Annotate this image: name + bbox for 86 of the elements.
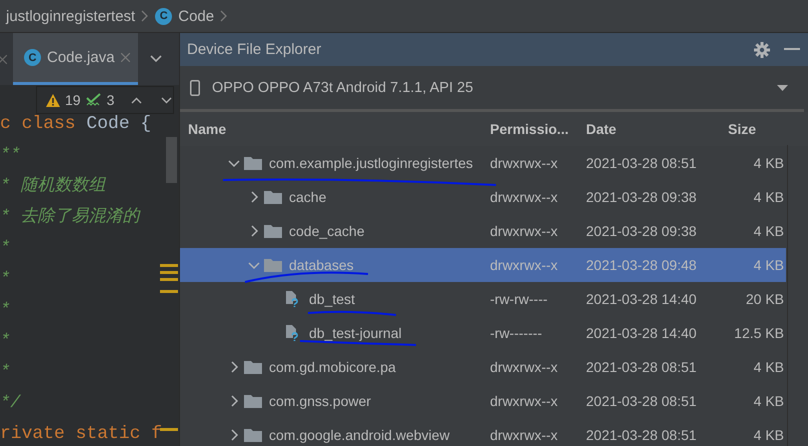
code-text: * [0, 239, 10, 258]
size-cell-text: 12.5 KB [733, 325, 784, 341]
date-cell-text: 2021-03-28 14:40 [586, 325, 698, 341]
date-cell-text: 2021-03-28 08:51 [586, 427, 698, 443]
permissions-cell-text: drwxrwx--x [490, 155, 559, 171]
date-cell-text: 2021-03-28 09:48 [586, 257, 698, 273]
permissions-cell-text: drwxrwx--x [490, 359, 559, 375]
column-header[interactable]: Name [180, 121, 490, 137]
size-cell-text: 4 KB [752, 359, 784, 375]
phone-icon [190, 80, 200, 96]
folder-icon [264, 258, 282, 272]
file-name: db_test-journal [309, 325, 402, 341]
file-name: com.gd.mobicore.pa [269, 359, 396, 375]
panel-title: Device File Explorer [187, 41, 322, 58]
date-cell-text: 2021-03-28 09:38 [586, 189, 698, 205]
file-row[interactable]: code_cache drwxrwx--x 2021-03-28 09:38 4 KB [180, 214, 786, 248]
size-cell-text: 4 KB [752, 257, 784, 273]
chevron-up-icon[interactable] [131, 96, 142, 104]
code-text: * [0, 270, 10, 289]
column-header[interactable]: Permissio... [490, 121, 586, 137]
code-text: Code { [86, 114, 152, 134]
column-header[interactable]: Date [586, 121, 726, 137]
warning-count: 19 [65, 92, 81, 108]
code-text: * 随机数数组 [0, 177, 106, 196]
folder-icon [264, 224, 282, 238]
code-text: * 去除了易混淆的 [0, 208, 140, 227]
folder-icon [244, 156, 262, 170]
code-text: ** [0, 146, 20, 165]
file-name: com.gnss.power [269, 393, 371, 409]
size-cell-text: 4 KB [752, 223, 784, 239]
file-name: cache [289, 189, 326, 205]
file-name: com.google.android.webview [269, 427, 450, 443]
folder-icon [244, 428, 262, 442]
file-row[interactable]: db_test-journal -rw------- 2021-03-28 14:40 12.5 KB [180, 316, 786, 350]
file-row[interactable]: com.gnss.power drwxrwx--x 2021-03-28 08:51 4 KB [180, 384, 786, 418]
date-cell-text: 2021-03-28 14:40 [586, 291, 698, 307]
permissions-cell-text: -rw-rw---- [490, 291, 549, 307]
chevron-right-icon [220, 10, 228, 22]
code-text: rivate static f [0, 424, 162, 444]
code-text: * [0, 332, 10, 351]
code-text: */ [0, 394, 20, 413]
folder-icon [244, 360, 262, 374]
editor-tab[interactable]: C Code.java [13, 33, 138, 85]
size-cell-text: 4 KB [752, 155, 784, 171]
date-cell-text: 2021-03-28 08:51 [586, 393, 698, 409]
folder-icon [264, 190, 282, 204]
warning-icon [46, 94, 60, 106]
scrollbar-thumb[interactable] [166, 137, 177, 183]
file-name: com.example.justloginregistertes [269, 155, 473, 171]
file-name: db_test [309, 291, 355, 307]
code-text: * [0, 301, 10, 320]
class-icon: C [155, 8, 172, 24]
file-name: databases [289, 257, 354, 273]
column-header[interactable]: Size [726, 121, 786, 137]
file-row[interactable]: db_test -rw-rw---- 2021-03-28 14:40 20 KB [180, 282, 786, 316]
minimize-icon[interactable] [784, 48, 800, 51]
file-row[interactable]: com.gd.mobicore.pa drwxrwx--x 2021-03-28 08:51 4 KB [180, 350, 786, 384]
breadcrumb-class[interactable]: Code [178, 8, 214, 24]
chevron-down-icon[interactable] [150, 55, 162, 63]
file-row[interactable]: com.google.android.webview drwxrwx--x 2021-03-28 08:51 4 KB [180, 418, 786, 446]
date-cell-text: 2021-03-28 08:51 [586, 155, 698, 171]
permissions-cell-text: drwxrwx--x [490, 427, 559, 443]
file-row[interactable]: cache drwxrwx--x 2021-03-28 09:38 4 KB [180, 180, 786, 214]
settings-icon[interactable] [754, 42, 770, 58]
chevron-right-icon [141, 10, 150, 22]
permissions-cell-text: -rw------- [490, 325, 544, 341]
code-text: c class [0, 114, 77, 134]
size-cell-text: 4 KB [752, 393, 784, 409]
file-row[interactable]: com.example.justloginregistertes drwxrwx--x 2021-03-28 08:51 4 KB [180, 146, 786, 180]
breadcrumb-project[interactable]: justloginregistertest [6, 8, 136, 24]
size-cell-text: 20 KB [744, 291, 784, 307]
size-cell-text: 4 KB [752, 189, 784, 205]
dropdown-arrow-icon [777, 84, 788, 90]
chevron-down-icon[interactable] [161, 96, 172, 104]
size-cell-text: 4 KB [752, 427, 784, 443]
permissions-cell-text: drwxrwx--x [490, 257, 559, 273]
file-name: code_cache [289, 223, 365, 239]
typo-count: 3 [106, 92, 114, 108]
folder-icon [244, 394, 262, 408]
typo-check-icon [86, 93, 102, 107]
permissions-cell-text: drwxrwx--x [490, 189, 559, 205]
date-cell-text: 2021-03-28 08:51 [586, 359, 698, 375]
permissions-cell-text: drwxrwx--x [490, 223, 559, 239]
date-cell-text: 2021-03-28 09:38 [586, 223, 698, 239]
permissions-cell-text: drwxrwx--x [490, 393, 559, 409]
code-text: * [0, 363, 10, 382]
